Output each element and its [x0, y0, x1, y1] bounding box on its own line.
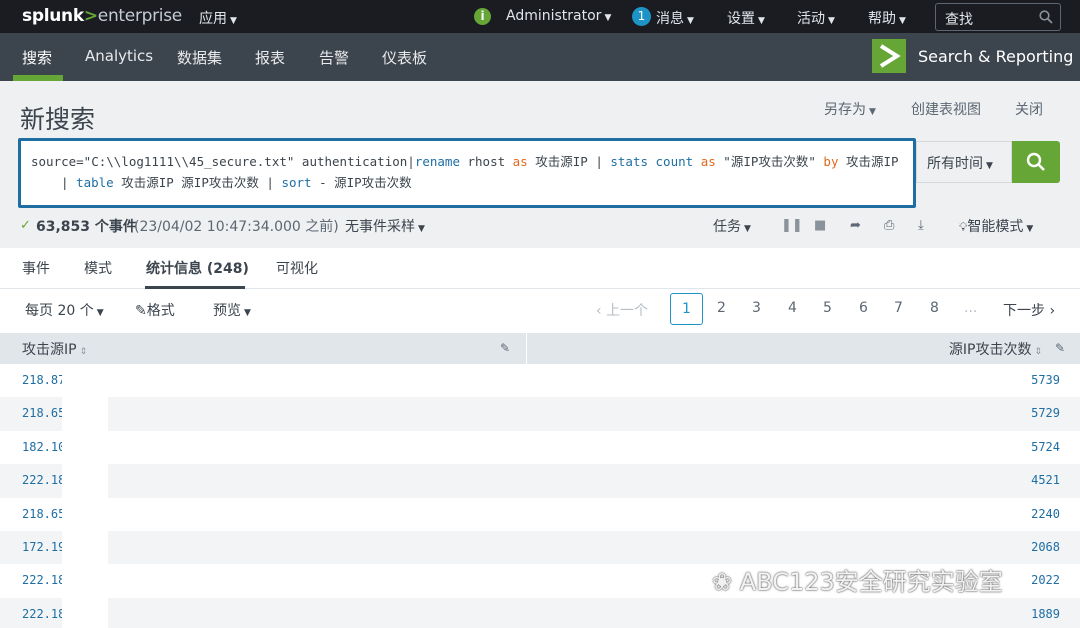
- tab-events[interactable]: 事件: [22, 258, 50, 278]
- format-menu[interactable]: ✎格式: [135, 300, 175, 320]
- messages-menu[interactable]: 消息 ▼: [656, 8, 694, 28]
- edit-column-icon[interactable]: ✎: [500, 341, 510, 355]
- check-icon: ✓: [20, 218, 31, 233]
- save-as-menu[interactable]: 另存为 ▼: [824, 99, 876, 119]
- query-line-2: | table 攻击源IP 源IP攻击次数 | sort - 源IP攻击次数: [61, 175, 412, 190]
- messages-count-badge[interactable]: 1: [632, 7, 651, 26]
- app-name[interactable]: Search & Reporting: [918, 47, 1073, 66]
- tab-alerts[interactable]: 告警: [319, 47, 349, 68]
- watermark: ❀ ABC123安全研究实验室: [712, 568, 1003, 596]
- settings-menu[interactable]: 设置 ▼: [727, 8, 765, 28]
- table-row: 222.18 38 1889: [0, 597, 1080, 628]
- tab-patterns[interactable]: 模式: [84, 258, 112, 278]
- event-time: (23/04/02 10:47:34.000 之前): [134, 219, 339, 235]
- sort-icon: ⇕: [1034, 347, 1042, 357]
- attack-count-cell[interactable]: 2068: [1031, 540, 1060, 554]
- search-icon: [1026, 152, 1045, 171]
- tab-search[interactable]: 搜索: [22, 47, 52, 68]
- pause-icon[interactable]: ❚❚: [781, 218, 803, 233]
- query-line-1: source="C:\\log1111\\45_secure.txt" auth…: [31, 154, 899, 169]
- page-3[interactable]: 3: [752, 300, 761, 316]
- search-query-input[interactable]: source="C:\\log1111\\45_secure.txt" auth…: [18, 138, 916, 208]
- attack-count-cell[interactable]: 2240: [1031, 507, 1060, 521]
- tab-reports[interactable]: 报表: [255, 47, 285, 68]
- share-icon[interactable]: ➦: [850, 218, 861, 233]
- next-page-button[interactable]: 下一步 ›: [1003, 300, 1055, 320]
- attack-count-cell[interactable]: 5729: [1031, 406, 1060, 420]
- page-2[interactable]: 2: [717, 300, 726, 316]
- column-header-source-ip[interactable]: 攻击源IP ⇕: [22, 339, 87, 359]
- activity-menu[interactable]: 活动 ▼: [797, 8, 835, 28]
- table-row: 218.65 2240: [0, 498, 1080, 531]
- table-row: 182.10 48 5724: [0, 431, 1080, 464]
- attack-count-cell[interactable]: 5739: [1031, 373, 1060, 387]
- attack-count-cell[interactable]: 2022: [1031, 573, 1060, 587]
- page-7[interactable]: 7: [894, 300, 903, 316]
- stop-icon[interactable]: ■: [814, 218, 826, 233]
- sort-icon: ⇕: [79, 347, 88, 357]
- tab-visualization[interactable]: 可视化: [276, 258, 318, 278]
- splunk-logo[interactable]: splunk>enterprise: [22, 6, 182, 26]
- attack-count-cell[interactable]: 4521: [1031, 473, 1060, 487]
- create-table-view-link[interactable]: 创建表视图: [911, 99, 981, 119]
- column-header-attack-count[interactable]: 源IP攻击次数 ⇕: [949, 339, 1042, 359]
- page-5[interactable]: 5: [823, 300, 832, 316]
- source-ip-cell[interactable]: 172.19: [22, 540, 65, 554]
- prev-page-button[interactable]: ‹ 上一个: [596, 300, 648, 320]
- time-range-picker[interactable]: 所有时间 ▼: [916, 141, 1012, 183]
- preview-menu[interactable]: 预览 ▼: [213, 300, 251, 320]
- table-header: 攻击源IP ⇕ ✎ 源IP攻击次数 ⇕ ✎: [0, 333, 1080, 364]
- redaction-mask: [62, 364, 108, 628]
- search-button[interactable]: [1012, 141, 1060, 183]
- table-row: 172.19 2068: [0, 531, 1080, 565]
- page-1[interactable]: 1: [670, 293, 703, 325]
- edit-column-icon[interactable]: ✎: [1055, 341, 1065, 355]
- export-icon[interactable]: ⤓: [918, 218, 924, 233]
- search-app-logo-icon: [872, 39, 906, 73]
- job-status-bar: ✓ 63,853 个事件 (23/04/02 10:47:34.000 之前) …: [0, 210, 1080, 248]
- apps-menu[interactable]: 应用 ▼: [199, 8, 237, 28]
- table-row: 218.87 48 5739: [0, 364, 1080, 397]
- attack-count-cell[interactable]: 5724: [1031, 440, 1060, 454]
- pencil-icon: ✎: [135, 303, 147, 319]
- tab-datasets[interactable]: 数据集: [177, 47, 222, 68]
- page-4[interactable]: 4: [788, 300, 797, 316]
- table-row: 218.65 7 5729: [0, 397, 1080, 431]
- tab-dashboards[interactable]: 仪表板: [382, 47, 427, 68]
- search-mode-menu[interactable]: 💡︎智能模式 ▼: [959, 216, 1033, 236]
- page-title: 新搜索: [20, 105, 96, 134]
- results-tabs: 事件 模式 统计信息 (248) 可视化: [0, 248, 1080, 289]
- top-bar: splunk>enterprise 应用 ▼ i Administrator ▼ 1…: [0, 0, 1080, 33]
- tab-statistics[interactable]: 统计信息 (248): [146, 258, 249, 278]
- page-8[interactable]: 8: [930, 300, 939, 316]
- sampling-menu[interactable]: 无事件采样 ▼: [345, 216, 425, 236]
- help-menu[interactable]: 帮助 ▼: [868, 8, 906, 28]
- table-controls: 每页 20 个 ▼ ✎格式 预览 ▼ ‹ 上一个 2 3 4 5 6 7 8 ...…: [0, 289, 1080, 333]
- tab-analytics[interactable]: Analytics: [85, 47, 153, 65]
- table-row: 222.18 4 4521: [0, 464, 1080, 498]
- health-status-icon[interactable]: i: [474, 8, 491, 25]
- search-icon: [1039, 10, 1053, 24]
- source-ip-cell[interactable]: 218.65: [22, 507, 65, 521]
- per-page-menu[interactable]: 每页 20 个 ▼: [25, 300, 104, 320]
- event-count: 63,853 个事件: [36, 219, 137, 235]
- print-icon[interactable]: ⎙: [884, 218, 894, 233]
- job-menu[interactable]: 任务 ▼: [713, 216, 751, 236]
- attack-count-cell[interactable]: 1889: [1031, 607, 1060, 621]
- pagination-ellipsis: ...: [964, 300, 978, 316]
- close-link[interactable]: 关闭: [1015, 99, 1043, 119]
- page-6[interactable]: 6: [859, 300, 868, 316]
- wechat-icon: ❀: [712, 568, 740, 596]
- column-divider: [526, 333, 527, 364]
- user-menu[interactable]: Administrator ▼: [506, 8, 611, 24]
- find-input[interactable]: 查找: [935, 3, 1061, 31]
